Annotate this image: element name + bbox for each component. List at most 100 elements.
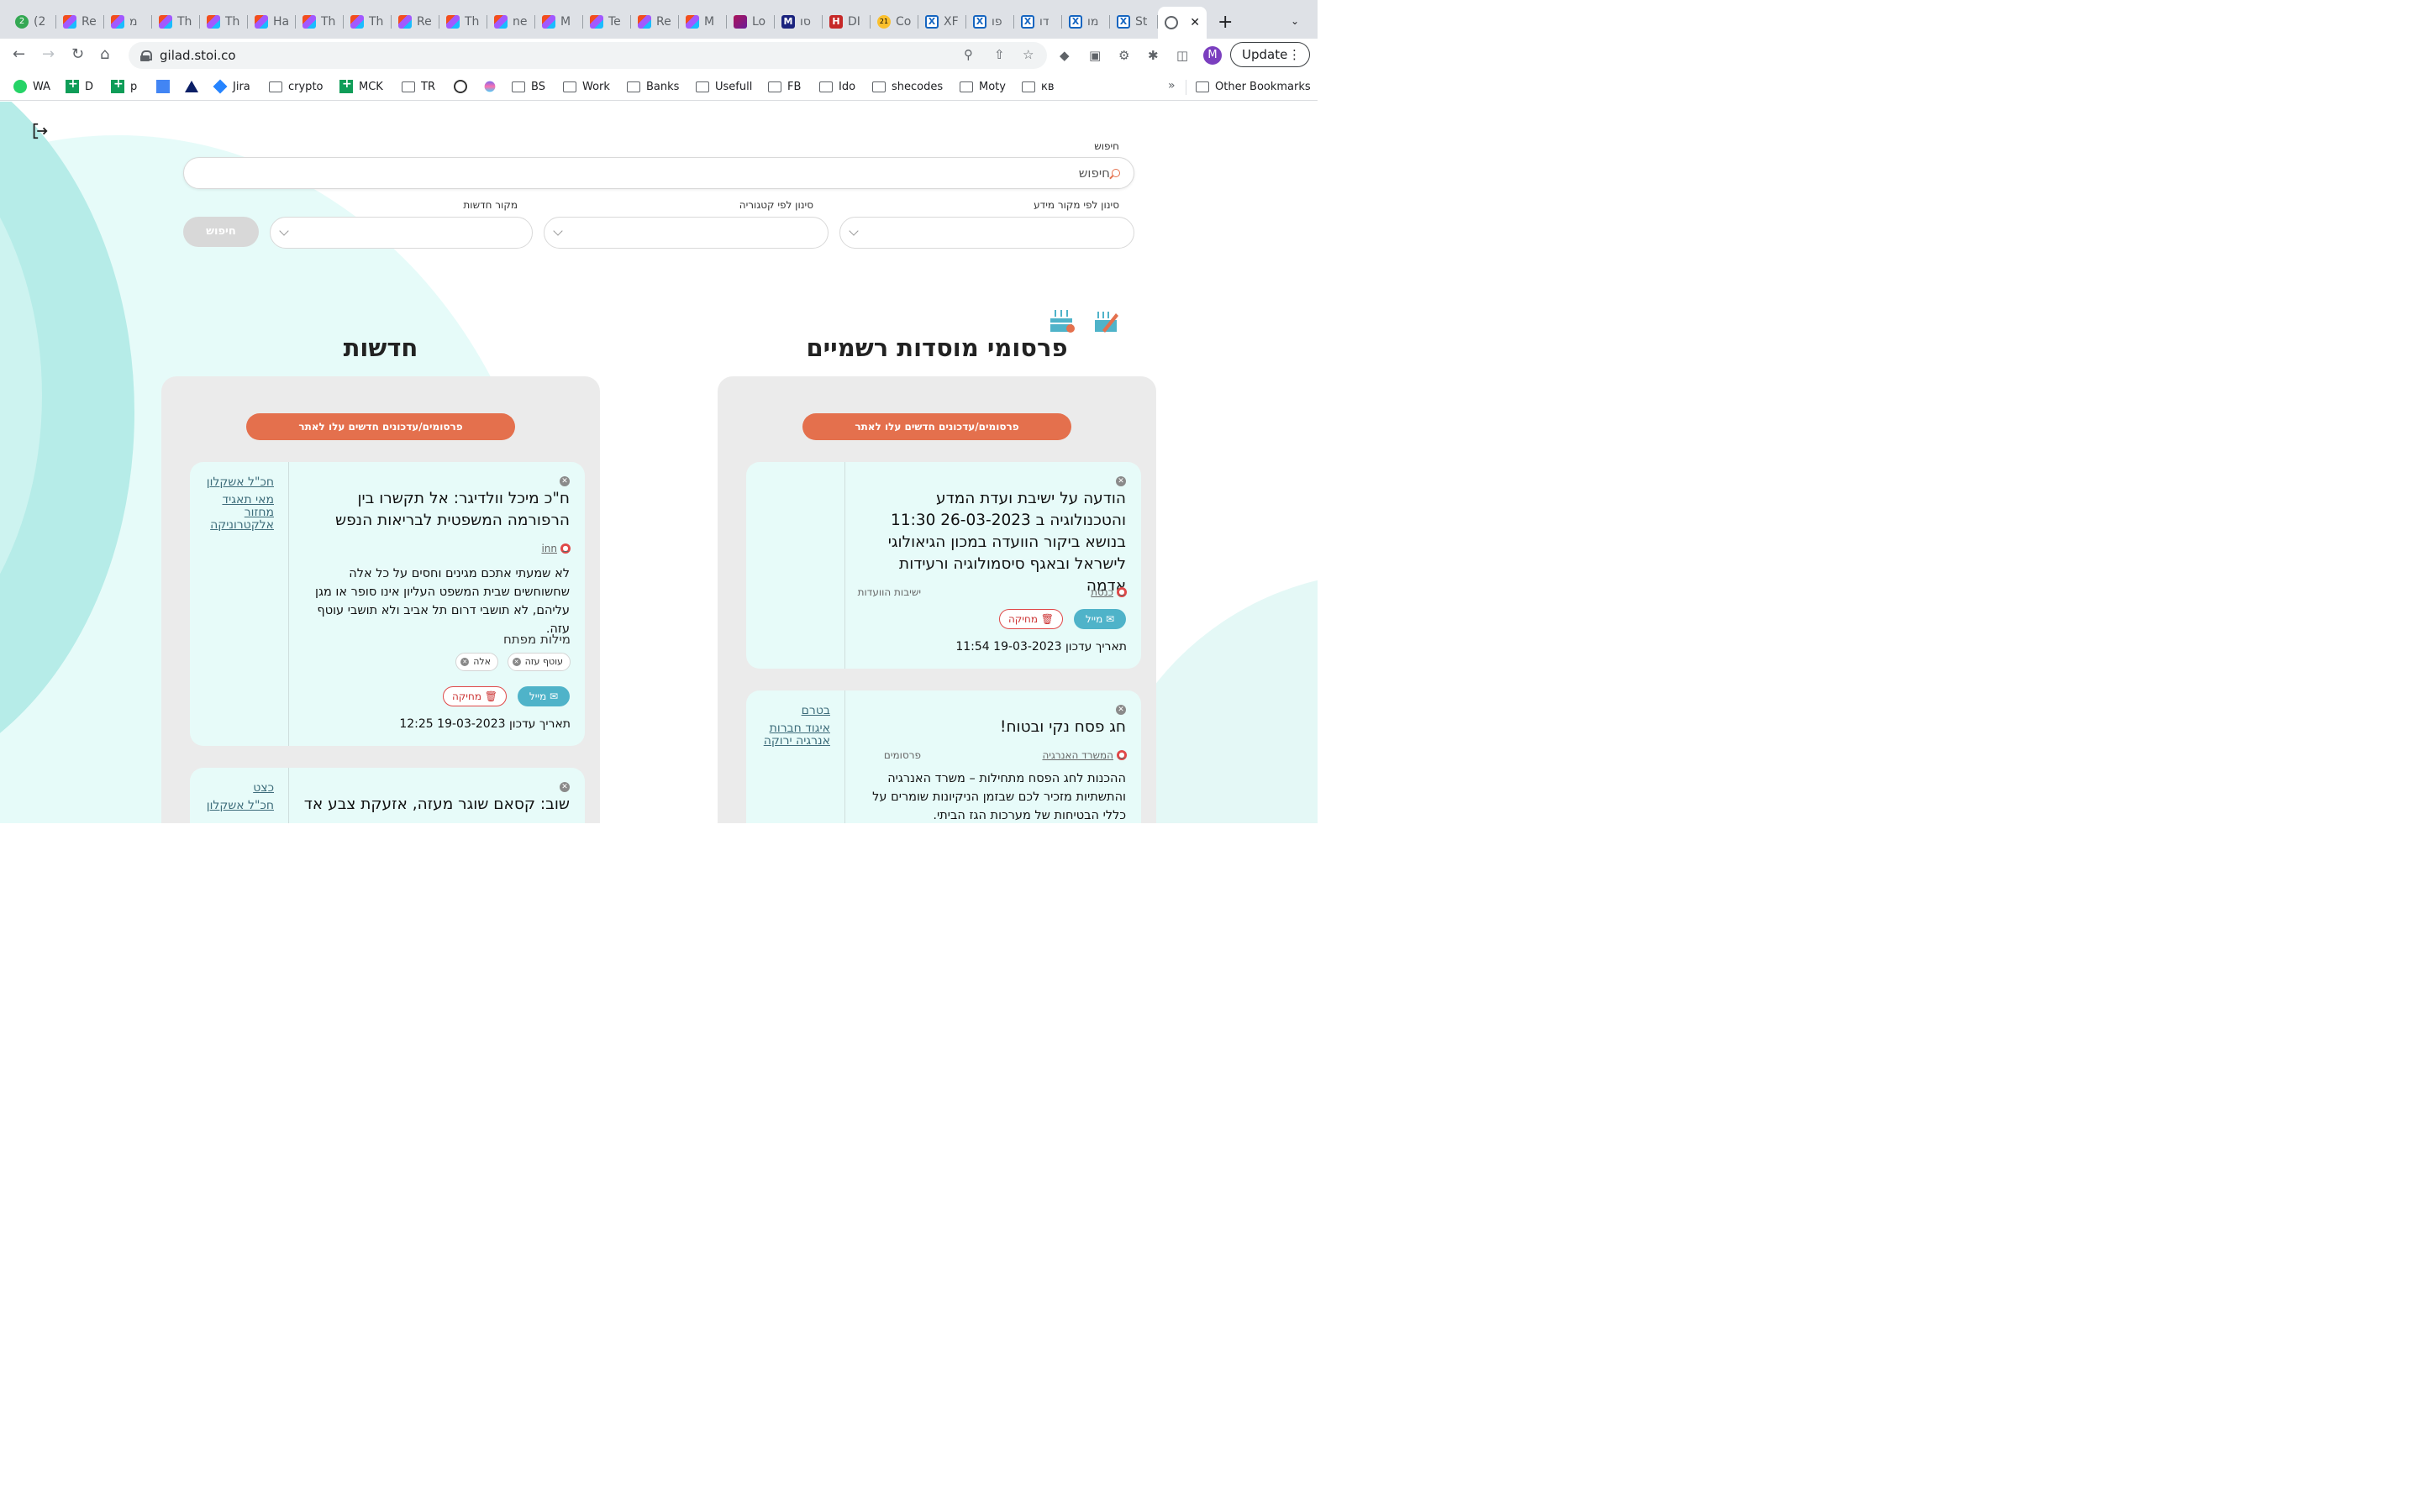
back-icon[interactable]: ← [13,45,25,63]
bookmark-item[interactable]: D [66,77,93,95]
browser-tab[interactable]: Re [631,10,679,34]
update-label: Update [1242,47,1288,62]
source-icon: ● [1117,750,1127,760]
browser-tab[interactable]: M סו [775,10,823,34]
browser-tab[interactable]: M [535,10,583,34]
other-bookmarks[interactable]: Other Bookmarks [1196,78,1311,95]
bookmark-item[interactable]: p [111,77,137,95]
close-icon[interactable]: ✕ [560,476,570,486]
bookmark-label: Moty [979,80,1006,93]
browser-tab[interactable]: X דו [1014,10,1062,34]
profile-avatar[interactable]: M [1203,46,1222,65]
browser-tab[interactable]: Re [392,10,439,34]
logout-icon[interactable] [30,122,49,140]
bookmark-item[interactable] [185,78,204,95]
browser-tab[interactable]: Lo [727,10,775,34]
bookmark-item[interactable]: Banks [627,78,679,95]
bookmark-item[interactable]: MCK [339,77,383,95]
browser-tab[interactable]: X פו [966,10,1014,34]
browser-tab[interactable]: X מו [1062,10,1110,34]
kebab-menu-icon[interactable]: ⋮ [1288,43,1301,66]
browser-tab[interactable]: M [679,10,727,34]
search-input[interactable]: חיפוש [183,157,1134,189]
remove-keyword-icon[interactable]: ✕ [460,658,470,666]
robot-icon[interactable]: ⚙ [1118,48,1129,63]
bookmark-item[interactable]: Moty [960,78,1006,95]
card-source[interactable]: ● inn [541,543,571,554]
mail-button[interactable]: ✉ מייל [518,686,570,706]
card-source[interactable]: ● כנסת [1091,586,1127,598]
tab-label: M [560,15,571,29]
dropbox-icon[interactable]: ◆ [1060,48,1070,63]
bookmark-item[interactable] [454,78,473,95]
more-bookmarks-icon[interactable]: » [1168,79,1176,92]
bookmark-item[interactable]: BS [512,78,545,95]
browser-tab[interactable]: H DI [823,10,871,34]
source-filter-select[interactable] [839,217,1134,249]
official-new-updates-button[interactable]: פרסומים/עדכונים חדשים עלו לאתר [802,413,1071,440]
bookmark-item[interactable]: TR [402,78,435,95]
extensions-icon[interactable]: ✱ [1148,48,1159,63]
delete-button[interactable]: 🗑 מחיקה [443,686,507,706]
image-extension-icon[interactable]: ▣ [1089,48,1101,63]
active-browser-tab[interactable]: ✕ [1158,7,1207,39]
remove-keyword-icon[interactable]: ✕ [512,658,521,666]
card-source[interactable]: ● המשרד האנרגיה [1042,749,1127,761]
tag-link[interactable]: כצט [202,782,274,795]
zoom-icon[interactable]: ⚲ [964,47,973,62]
lock-icon[interactable] [140,50,152,61]
mail-button[interactable]: ✉ מייל [1074,609,1126,629]
browser-tab[interactable]: X XF [918,10,966,34]
forward-icon[interactable]: → [42,45,55,63]
bookmark-item[interactable]: FB [768,78,801,95]
close-icon[interactable]: ✕ [1116,705,1126,715]
browser-tab[interactable]: X St [1110,10,1158,34]
tag-link[interactable]: מאי תאגיד מחזור אלקטרוניקה [202,494,274,532]
bookmark-item[interactable]: Usefull [696,78,752,95]
browser-tab[interactable]: Th [296,10,344,34]
bookmark-item[interactable] [156,78,176,95]
card-category: ישיבות הוועדות [857,586,921,598]
bookmark-item[interactable]: Jira [213,78,250,95]
news-new-updates-button[interactable]: פרסומים/עדכונים חדשים עלו לאתר [246,413,515,440]
browser-tab[interactable]: מ [104,10,152,34]
search-button[interactable]: חיפוש [183,217,259,247]
tag-link[interactable]: איגוד חברות אנרגיה ירוקה [758,722,830,748]
delete-button[interactable]: 🗑 מחיקה [999,609,1063,629]
browser-tab[interactable]: Ha [248,10,296,34]
chevron-down-icon [553,226,563,236]
star-icon[interactable]: ☆ [1023,47,1034,62]
browser-tab[interactable]: Re [56,10,104,34]
browser-tab[interactable]: Te [583,10,631,34]
browser-tab[interactable]: Th [344,10,392,34]
bookmark-item[interactable]: WA [13,78,50,95]
bookmark-item[interactable] [483,78,502,95]
side-panel-icon[interactable]: ◫ [1176,48,1188,63]
new-tab-icon[interactable]: + [1218,12,1233,33]
home-icon[interactable]: ⌂ [100,45,109,63]
tag-link[interactable]: בטרם [758,705,830,717]
browser-tab[interactable]: Th [439,10,487,34]
bookmark-item[interactable]: crypto [269,78,324,95]
bookmark-item[interactable]: кв [1022,78,1055,95]
browser-tab[interactable]: 21 Co [871,10,918,34]
tab-search-icon[interactable]: ⌄ [1291,15,1299,27]
close-icon[interactable]: ✕ [560,782,570,792]
share-icon[interactable]: ⇧ [994,47,1005,62]
news-source-select[interactable] [270,217,533,249]
browser-tab[interactable]: Th [152,10,200,34]
tag-link[interactable]: חכ"ל אשקלון [202,800,274,812]
address-bar[interactable]: gilad.stoi.co ⚲ ⇧ ☆ [129,42,1047,69]
tag-link[interactable]: חכ"ל אשקלון [202,476,274,489]
category-filter-select[interactable] [544,217,829,249]
reload-icon[interactable]: ↻ [71,45,84,63]
browser-tab[interactable]: 2 (2 [8,10,56,34]
close-tab-icon[interactable]: ✕ [1190,16,1200,29]
bookmark-item[interactable]: shecodes [872,78,943,95]
bookmark-item[interactable]: Ido [819,78,855,95]
close-icon[interactable]: ✕ [1116,476,1126,486]
bookmark-item[interactable]: Work [563,78,610,95]
browser-tab[interactable]: Th [200,10,248,34]
browser-tab[interactable]: ne [487,10,535,34]
update-button[interactable]: Update ⋮ [1230,42,1310,67]
